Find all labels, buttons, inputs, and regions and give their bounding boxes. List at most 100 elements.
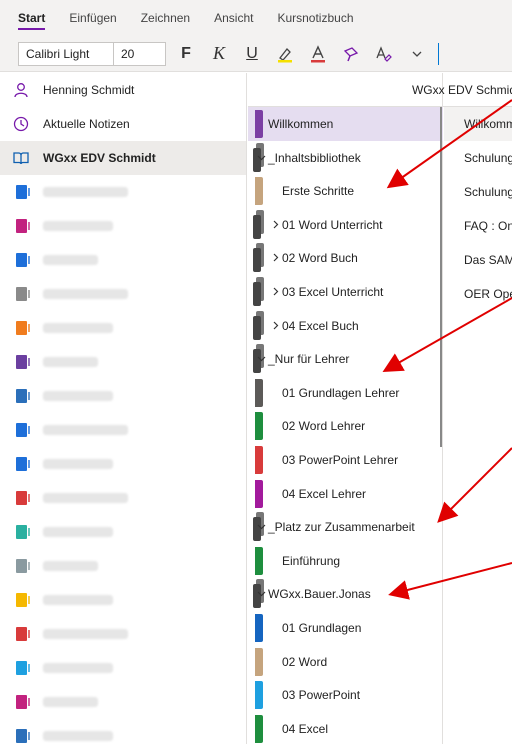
notebook-label-redacted	[43, 323, 113, 333]
notebook-label-redacted	[43, 663, 113, 673]
section-group-icon	[253, 310, 265, 341]
tab-ansicht[interactable]: Ansicht	[214, 0, 253, 36]
notebook-icon	[12, 591, 30, 609]
section-group[interactable]: 01 Word Unterricht	[248, 208, 443, 242]
notebook-item[interactable]	[0, 651, 246, 685]
bold-button[interactable]: F	[173, 41, 199, 67]
chevron-down-icon[interactable]	[257, 589, 266, 601]
notebook-item[interactable]	[0, 685, 246, 719]
page-item[interactable]: Schulung	[444, 175, 512, 209]
notebook-item[interactable]	[0, 209, 246, 243]
section-item[interactable]: 02 Word Lehrer	[248, 409, 443, 443]
chevron-right-icon[interactable]	[271, 220, 280, 232]
section-label: Erste Schritte	[282, 184, 355, 199]
tab-zeichnen[interactable]: Zeichnen	[141, 0, 190, 36]
section-item[interactable]: Willkommen	[248, 107, 443, 141]
section-item[interactable]: 04 Excel Lehrer	[248, 477, 443, 511]
page-item[interactable]: FAQ : On	[444, 209, 512, 243]
notebook-item[interactable]	[0, 379, 246, 413]
tab-kursnotizbuch[interactable]: Kursnotizbuch	[277, 0, 353, 36]
chevron-down-icon[interactable]	[257, 153, 266, 165]
notebook-label-redacted	[43, 459, 113, 469]
notebook-label-redacted	[43, 255, 98, 265]
chevron-down-icon[interactable]	[257, 354, 266, 366]
page-item[interactable]: Schulung	[444, 141, 512, 175]
section-color-tab	[255, 412, 263, 441]
chevron-down-icon[interactable]	[404, 41, 430, 67]
toolbar-divider	[438, 42, 439, 65]
recent-notes[interactable]: Aktuelle Notizen	[0, 107, 246, 141]
section-group[interactable]: 02 Word Buch	[248, 241, 443, 275]
section-color-tab	[255, 446, 263, 474]
notebook-icon	[12, 557, 30, 575]
section-item[interactable]: 03 PowerPoint	[248, 678, 443, 712]
notebook-current[interactable]: WGxx EDV Schmidt	[0, 141, 246, 175]
font-name-select[interactable]: Calibri Light	[18, 41, 114, 66]
notebook-label-redacted	[43, 187, 128, 197]
clear-formatting-icon[interactable]	[371, 41, 397, 67]
page-item[interactable]: Das SAM	[444, 243, 512, 277]
section-group[interactable]: _Platz zur Zusammenarbeit	[248, 510, 443, 544]
section-color-tab	[255, 714, 263, 743]
section-item[interactable]: 01 Grundlagen Lehrer	[248, 376, 443, 410]
section-label: _Platz zur Zusammenarbeit	[268, 520, 415, 535]
notebook-item[interactable]	[0, 345, 246, 379]
section-item[interactable]: 04 Excel	[248, 712, 443, 744]
notebook-label-redacted	[43, 731, 113, 741]
notebook-item[interactable]	[0, 277, 246, 311]
section-item[interactable]: 02 Word	[248, 645, 443, 679]
page-list: Willkomm Schulung Schulung FAQ : On Das SAM O…	[444, 107, 512, 311]
page-item[interactable]: Willkomm	[444, 107, 512, 141]
notebook-item[interactable]	[0, 549, 246, 583]
section-group-icon	[253, 209, 265, 240]
notebook-item[interactable]	[0, 413, 246, 447]
italic-button[interactable]: K	[206, 41, 232, 67]
section-label: 03 Excel Unterricht	[282, 285, 384, 299]
notebook-label-redacted	[43, 561, 98, 571]
section-label: 04 Excel Buch	[282, 318, 359, 333]
highlight-icon[interactable]	[272, 41, 298, 67]
user-account[interactable]: Henning Schmidt	[0, 73, 246, 107]
recent-notes-label: Aktuelle Notizen	[43, 117, 130, 131]
section-group[interactable]: _Inhaltsbibliothek	[248, 141, 443, 175]
notebook-item[interactable]	[0, 583, 246, 617]
font-size-select[interactable]: 20	[114, 41, 166, 66]
section-group[interactable]: 04 Excel Buch	[248, 309, 443, 343]
notebook-item[interactable]	[0, 719, 246, 744]
notebook-item[interactable]	[0, 515, 246, 549]
notebook-item[interactable]	[0, 481, 246, 515]
notebook-item[interactable]	[0, 243, 246, 277]
other-notebooks	[0, 175, 246, 744]
section-group[interactable]: _Nur für Lehrer	[248, 342, 443, 376]
chevron-right-icon[interactable]	[271, 287, 280, 299]
page-item[interactable]: OER Ope	[444, 277, 512, 311]
section-group-icon	[253, 243, 265, 273]
underline-button[interactable]: U	[239, 41, 265, 67]
section-item[interactable]: Erste Schritte	[248, 174, 443, 208]
chevron-down-icon[interactable]	[257, 522, 266, 534]
notebook-item[interactable]	[0, 617, 246, 651]
pane-divider	[440, 107, 442, 447]
section-item[interactable]: Einführung	[248, 544, 443, 578]
section-group[interactable]: WGxx.Bauer.Jonas	[248, 577, 443, 611]
tab-start[interactable]: Start	[18, 0, 46, 36]
notebook-list: Henning Schmidt Aktuelle Notizen WGxx ED…	[0, 73, 247, 744]
notebook-icon	[12, 387, 30, 405]
chevron-right-icon[interactable]	[271, 321, 280, 333]
section-item[interactable]: 03 PowerPoint Lehrer	[248, 443, 443, 477]
section-label: 02 Word Lehrer	[282, 419, 366, 434]
notebook-item[interactable]	[0, 311, 246, 345]
chevron-right-icon[interactable]	[271, 253, 280, 265]
format-painter-icon[interactable]	[338, 41, 364, 67]
tab-einfuegen[interactable]: Einfügen	[69, 0, 116, 36]
section-group[interactable]: 03 Excel Unterricht	[248, 275, 443, 309]
section-color-tab	[255, 614, 263, 642]
notebook-item[interactable]	[0, 175, 246, 209]
section-label: 03 PowerPoint Lehrer	[282, 453, 399, 467]
section-color-tab	[255, 479, 263, 508]
ribbon-toolbar: Calibri Light 20 F K U	[0, 36, 512, 72]
font-color-icon[interactable]	[305, 41, 331, 67]
section-item[interactable]: 01 Grundlagen	[248, 611, 443, 645]
notebook-item[interactable]	[0, 447, 246, 481]
notebook-icon	[12, 693, 30, 711]
